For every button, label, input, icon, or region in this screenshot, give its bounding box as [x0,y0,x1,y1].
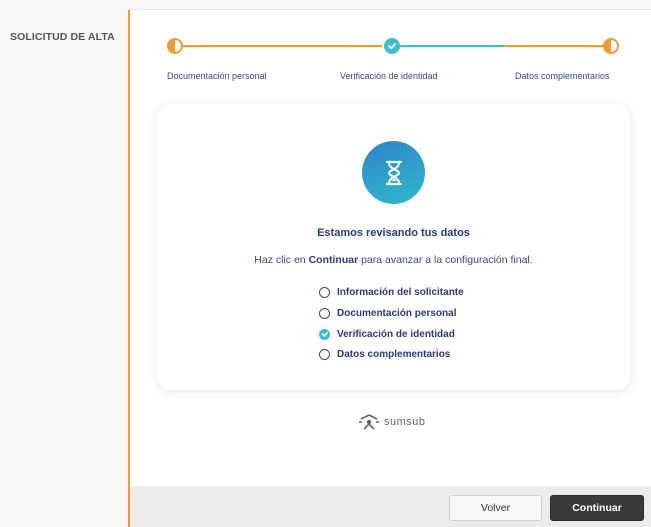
checklist-item: Documentación personal [319,306,456,320]
back-button[interactable]: Volver [449,495,542,521]
hourglass-icon [362,141,425,204]
checklist-label: Verificación de identidad [337,328,455,340]
card-subtitle: Haz clic en Continuar para avanzar a la … [157,254,630,266]
checklist-item: Verificación de identidad [319,327,455,341]
stepper-line-3 [505,45,605,47]
hourglass-glyph [385,160,402,185]
brand-logo: sumsub [358,413,426,431]
subtitle-prefix: Haz clic en [254,254,306,266]
step-label-1: Documentación personal [167,71,267,81]
step-label-2: Verificación de identidad [340,71,438,81]
sidebar-title: SOLICITUD DE ALTA [10,31,115,43]
subtitle-bold: Continuar [308,254,359,266]
check-icon [388,43,396,50]
step-2-check-icon [384,38,400,54]
brand-name: sumsub [384,416,426,428]
sidebar: SOLICITUD DE ALTA [0,0,128,527]
check-circle-icon [319,328,330,340]
circle-icon [319,307,330,319]
circle-icon [319,348,330,360]
step-1-half-icon [167,38,183,54]
checklist-label: Documentación personal [337,307,457,319]
stepper-line-1 [183,45,382,47]
continue-button[interactable]: Continuar [550,495,644,521]
checklist-label: Datos complementarios [337,348,451,360]
check-icon [321,331,328,337]
circle-icon [319,286,330,298]
step-label-3: Datos complementarios [515,71,610,81]
checklist-item: Datos complementarios [319,347,450,361]
stepper-line-2 [400,45,505,47]
step-3-half-icon [603,38,619,54]
card-title: Estamos revisando tus datos [317,227,470,239]
checklist-label: Información del solicitante [337,286,464,298]
sumsub-logo-icon [359,414,379,430]
subtitle-suffix: para avanzar a la configuración final. [361,254,533,266]
checklist-item: Información del solicitante [319,285,464,299]
